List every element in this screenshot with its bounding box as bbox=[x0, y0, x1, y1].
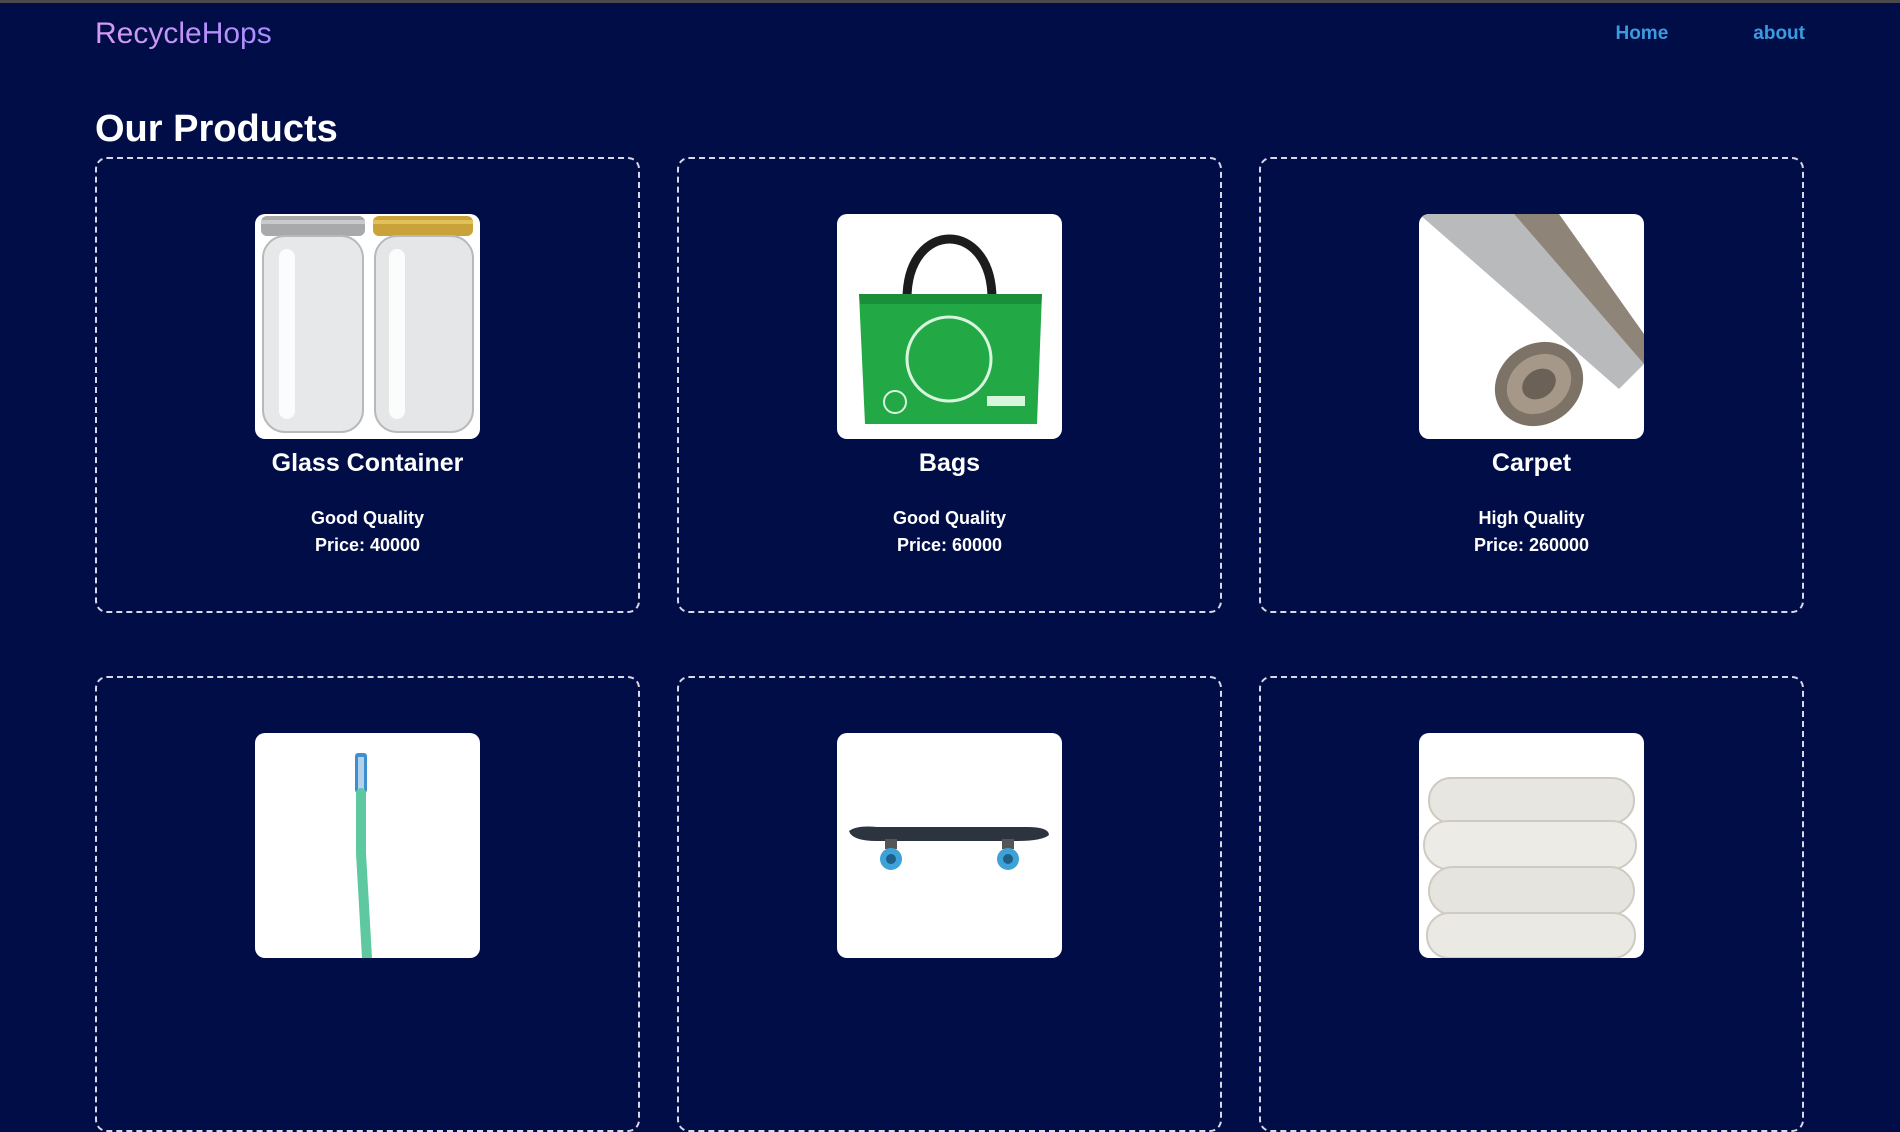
product-quality: Good Quality bbox=[310, 508, 424, 528]
rolled-carpet-image bbox=[1419, 214, 1644, 439]
product-grid: Glass Container Good Quality Price: 4000… bbox=[95, 157, 1804, 1132]
reusable-bag-image bbox=[837, 214, 1062, 439]
nav-links: Home about bbox=[1615, 23, 1805, 45]
product-card: Glass Container Good Quality Price: 4000… bbox=[95, 157, 640, 613]
product-card: Bags Good Quality Price: 60000 bbox=[677, 157, 1222, 613]
product-card bbox=[677, 676, 1222, 1132]
glass-jars-image bbox=[255, 214, 480, 439]
product-name: Bags bbox=[918, 449, 981, 477]
window-top-border bbox=[0, 0, 1900, 3]
product-quality: Good Quality bbox=[892, 508, 1006, 528]
folded-blanket-image bbox=[1419, 733, 1644, 958]
brand-logo[interactable]: RecycleHops bbox=[95, 17, 272, 51]
product-card: Carpet High Quality Price: 260000 bbox=[1259, 157, 1804, 613]
nav-home-link[interactable]: Home bbox=[1615, 23, 1668, 45]
product-quality: High Quality bbox=[1478, 508, 1585, 528]
product-price: Price: 40000 bbox=[314, 535, 421, 555]
navbar: RecycleHops Home about bbox=[95, 12, 1805, 56]
product-price: Price: 260000 bbox=[1473, 535, 1590, 555]
product-price: Price: 60000 bbox=[896, 535, 1003, 555]
product-card bbox=[95, 676, 640, 1132]
skateboard-image bbox=[837, 733, 1062, 958]
product-name: Carpet bbox=[1491, 449, 1572, 477]
product-card bbox=[1259, 676, 1804, 1132]
product-name: Glass Container bbox=[271, 449, 464, 477]
toothbrush-image bbox=[255, 733, 480, 958]
nav-about-link[interactable]: about bbox=[1753, 23, 1805, 45]
page-title: Our Products bbox=[95, 108, 338, 150]
